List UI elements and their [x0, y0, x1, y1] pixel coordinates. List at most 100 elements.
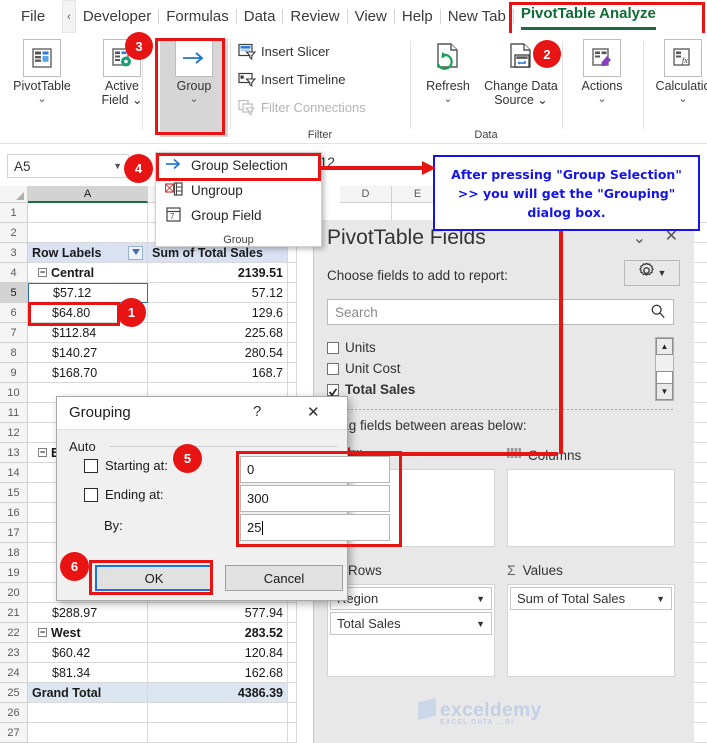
field-list-item-total-sales[interactable]: Total Sales: [327, 379, 674, 400]
row-header-17[interactable]: 17: [0, 523, 28, 543]
row-header-10[interactable]: 10: [0, 383, 28, 403]
tab-developer[interactable]: Developer: [76, 4, 158, 30]
field-checkbox[interactable]: [327, 362, 339, 375]
column-header-a[interactable]: A: [28, 186, 148, 203]
field-pill-sum-of-total-sales[interactable]: Sum of Total Sales ▼: [510, 587, 672, 610]
grid-cell-blank[interactable]: [288, 303, 297, 323]
cell-b24[interactable]: 162.68: [148, 663, 288, 683]
tab-data[interactable]: Data: [237, 4, 283, 30]
grid-cell-blank[interactable]: [288, 703, 297, 723]
grid-cell-blank[interactable]: [288, 263, 297, 283]
cell-b5[interactable]: 57.12: [148, 283, 288, 303]
collapse-expander-icon[interactable]: −: [38, 448, 47, 457]
chevron-down-icon[interactable]: ⌄: [568, 93, 636, 105]
zone-values-body[interactable]: Sum of Total Sales ▼: [507, 584, 675, 677]
row-header-15[interactable]: 15: [0, 483, 28, 503]
cell-a24[interactable]: $81.34: [28, 663, 148, 683]
ribbon-collapse-chevron-icon[interactable]: ‹: [62, 0, 76, 33]
chevron-down-icon[interactable]: ▼: [476, 619, 485, 629]
menu-item-group-field[interactable]: 7 Group Field: [156, 203, 321, 228]
field-list-scrollbar[interactable]: ▲ ▼: [655, 337, 674, 401]
grid-cell-blank[interactable]: [288, 723, 297, 743]
zone-rows-body[interactable]: Region ▼ Total Sales ▼: [327, 584, 495, 677]
ending-at-checkbox[interactable]: [84, 487, 98, 502]
scroll-down-icon[interactable]: ▼: [656, 383, 673, 400]
tab-pivottable-analyze[interactable]: PivotTable Analyze: [514, 1, 663, 33]
collapse-expander-icon[interactable]: −: [38, 628, 47, 637]
scroll-up-icon[interactable]: ▲: [656, 338, 673, 355]
field-list-item-unit-cost[interactable]: Unit Cost: [327, 358, 674, 379]
cell-a23[interactable]: $60.42: [28, 643, 148, 663]
grid-cell-blank[interactable]: [148, 703, 288, 723]
starting-at-checkbox[interactable]: [84, 458, 98, 473]
actions-button[interactable]: Actions ⌄: [568, 39, 636, 105]
row-header-23[interactable]: 23: [0, 643, 28, 663]
row-header-14[interactable]: 14: [0, 463, 28, 483]
grid-cell-blank[interactable]: [288, 283, 297, 303]
field-checkbox[interactable]: [327, 341, 339, 354]
cell-b7[interactable]: 225.68: [148, 323, 288, 343]
grouping-dialog[interactable]: Grouping ? ✕ Auto Starting at: 0 Ending …: [56, 396, 390, 601]
cell-a7[interactable]: $112.84: [28, 323, 148, 343]
starting-at-row[interactable]: Starting at:: [84, 458, 168, 473]
row-header-1[interactable]: 1: [0, 203, 28, 223]
cell-group-central[interactable]: − Central: [28, 263, 148, 283]
chevron-down-icon[interactable]: ▼: [656, 594, 665, 604]
grid-cell-blank[interactable]: [28, 703, 148, 723]
menu-item-ungroup[interactable]: Ungroup: [156, 178, 321, 203]
field-search-input[interactable]: Search: [327, 299, 674, 325]
field-list[interactable]: Units Unit Cost Total Sales ▲ ▼: [327, 337, 674, 401]
ending-at-row[interactable]: Ending at:: [84, 487, 164, 502]
field-pill-total-sales[interactable]: Total Sales ▼: [330, 612, 492, 635]
tab-review[interactable]: Review: [283, 4, 346, 30]
cell-a8[interactable]: $140.27: [28, 343, 148, 363]
cell-b9[interactable]: 168.7: [148, 363, 288, 383]
row-header-19[interactable]: 19: [0, 563, 28, 583]
select-all-corner[interactable]: [0, 186, 28, 203]
chevron-down-icon[interactable]: ⌄: [8, 93, 76, 105]
cell-b23[interactable]: 120.84: [148, 643, 288, 663]
ending-at-input[interactable]: 300: [240, 485, 390, 512]
tab-new-tab[interactable]: New Tab: [441, 4, 513, 30]
row-header-18[interactable]: 18: [0, 543, 28, 563]
row-header-5[interactable]: 5: [0, 283, 28, 303]
row-header-9[interactable]: 9: [0, 363, 28, 383]
grid-cell-blank[interactable]: [288, 363, 297, 383]
row-header-7[interactable]: 7: [0, 323, 28, 343]
grid-cell-blank[interactable]: [288, 643, 297, 663]
chevron-down-icon[interactable]: ⌄: [414, 93, 482, 105]
row-header-16[interactable]: 16: [0, 503, 28, 523]
cancel-button[interactable]: Cancel: [225, 565, 343, 591]
pane-splitter[interactable]: [327, 409, 674, 410]
chevron-down-icon[interactable]: ⌄: [160, 93, 228, 105]
zone-columns-body[interactable]: [507, 469, 675, 547]
change-data-source-label2[interactable]: Source ⌄: [478, 93, 564, 107]
grid-cell-blank[interactable]: [28, 723, 148, 743]
row-header-6[interactable]: 6: [0, 303, 28, 323]
grid-cell-blank[interactable]: [148, 723, 288, 743]
tab-help[interactable]: Help: [395, 4, 440, 30]
cell-grand-total-label[interactable]: Grand Total: [28, 683, 148, 703]
grid-cell-blank[interactable]: [288, 603, 297, 623]
row-header-20[interactable]: 20: [0, 583, 28, 603]
insert-timeline-button[interactable]: Insert Timeline: [238, 67, 346, 91]
cell-b21[interactable]: 577.94: [148, 603, 288, 623]
group-dropdown-menu[interactable]: Group Selection Ungroup 7 Group Field Gr…: [155, 152, 322, 247]
row-header-21[interactable]: 21: [0, 603, 28, 623]
row-header-2[interactable]: 2: [0, 223, 28, 243]
grid-cell-blank[interactable]: [288, 323, 297, 343]
row-header-8[interactable]: 8: [0, 343, 28, 363]
close-icon[interactable]: ✕: [307, 403, 320, 421]
tab-formulas[interactable]: Formulas: [159, 4, 236, 30]
zone-values[interactable]: Σ Values Sum of Total Sales ▼: [507, 560, 675, 680]
row-header-26[interactable]: 26: [0, 703, 28, 723]
row-header-4[interactable]: 4: [0, 263, 28, 283]
grid-cell-blank[interactable]: [288, 343, 297, 363]
cell-group-subtotal[interactable]: 2139.51: [148, 263, 288, 283]
active-field-button-label2[interactable]: Field ⌄: [88, 93, 156, 107]
grid-cell-blank[interactable]: [28, 203, 148, 223]
field-pill-region[interactable]: Region ▼: [330, 587, 492, 610]
grid-cell-blank[interactable]: [288, 683, 297, 703]
menu-item-group-selection[interactable]: Group Selection: [156, 153, 321, 178]
row-header-25[interactable]: 25: [0, 683, 28, 703]
